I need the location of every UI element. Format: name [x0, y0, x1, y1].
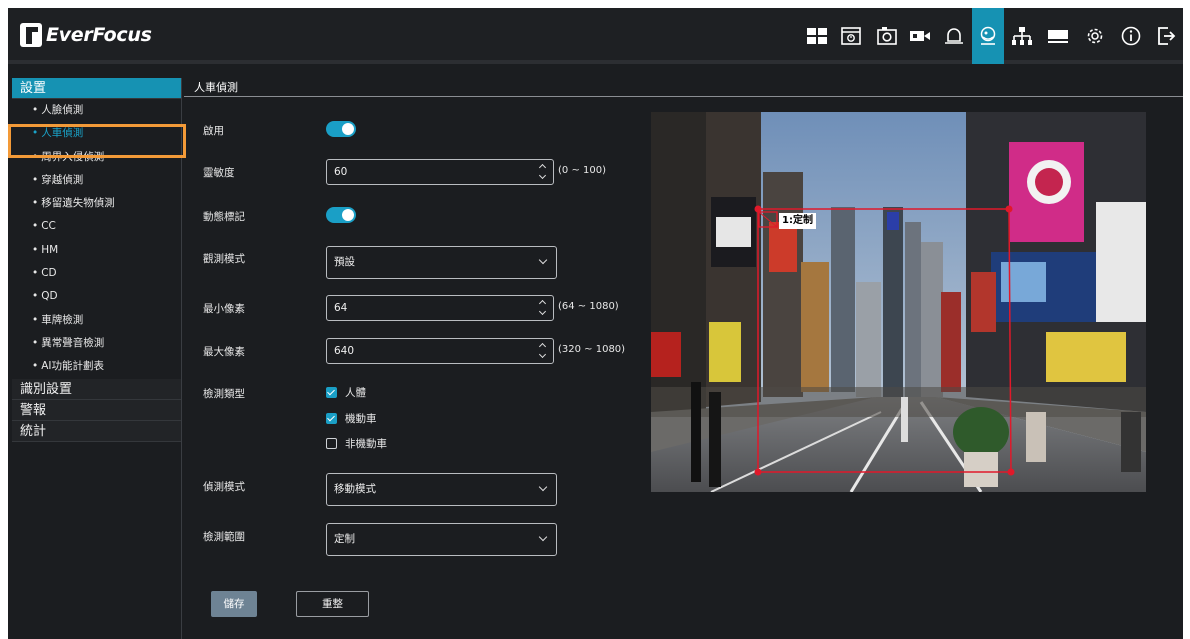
sidebar-item-ai-schedule[interactable]: • AI功能計劃表 — [12, 355, 181, 378]
detect-mode-value: 移動模式 — [334, 483, 376, 495]
min-pixels-value: 64 — [334, 302, 348, 314]
detect-type-human[interactable]: 人體 — [326, 385, 366, 400]
detect-range-select[interactable]: 定制 — [326, 523, 557, 556]
ai-detection-icon[interactable] — [972, 8, 1004, 64]
max-pixels-range: (320 ~ 1080) — [558, 344, 626, 355]
chevron-down-icon — [538, 532, 548, 542]
sidebar-item-perimeter-intrusion[interactable]: • 周界入侵偵測 — [12, 146, 181, 169]
sidebar-group-alarm[interactable]: 警報 — [12, 399, 181, 421]
detect-range-value: 定制 — [334, 533, 355, 545]
camera-preview[interactable]: 1:定制 — [651, 112, 1146, 492]
camera-icon[interactable] — [905, 8, 935, 64]
snapshot-icon[interactable] — [869, 8, 905, 64]
sidebar-item-label: CC — [41, 220, 56, 233]
detect-type-motor-vehicle-label: 機動車 — [345, 413, 377, 425]
sensitivity-range: (0 ~ 100) — [558, 165, 606, 176]
sidebar-item-qd[interactable]: • QD — [12, 285, 181, 308]
sidebar-group-recognition[interactable]: 識別設置 — [12, 378, 181, 400]
main-toolbar — [800, 8, 1183, 64]
storage-icon[interactable] — [1040, 8, 1076, 64]
detect-mode-label: 偵測模式 — [203, 481, 245, 493]
everfocus-logo: EverFocus — [20, 22, 152, 48]
detect-type-non-motor-vehicle[interactable]: 非機動車 — [326, 436, 387, 451]
sidebar-item-license-plate[interactable]: • 車牌檢測 — [12, 309, 181, 332]
sensor-mode-value: 預設 — [334, 256, 355, 268]
min-pixels-label: 最小像素 — [203, 303, 245, 315]
spinner-icon[interactable] — [539, 342, 547, 360]
sidebar-item-label: 移留遺失物偵測 — [41, 197, 115, 210]
sidebar-item-label: QD — [41, 290, 58, 303]
sidebar-item-label: 車牌檢測 — [41, 313, 84, 326]
sidebar-group-settings[interactable]: 設置 — [12, 78, 181, 99]
app-window: EverFocus 設置 • 人臉偵測 • 人車偵測 • 周界入侵偵測 • 穿越… — [8, 8, 1183, 639]
save-button[interactable]: 儲存 — [211, 591, 257, 617]
detect-range-label: 檢測範圍 — [203, 531, 245, 543]
alarm-bell-icon[interactable] — [935, 8, 972, 64]
enable-toggle[interactable] — [326, 121, 356, 137]
sidebar-item-label: CD — [41, 267, 57, 280]
sidebar-item-object-left-missing[interactable]: • 移留遺失物偵測 — [12, 192, 181, 215]
sidebar-item-label: 人車偵測 — [41, 127, 84, 140]
sidebar-group-statistics[interactable]: 統計 — [12, 420, 181, 442]
sidebar-item-label: 人臉偵測 — [41, 104, 84, 116]
sensor-mode-label: 觀測模式 — [203, 253, 245, 265]
checkbox-unchecked[interactable] — [326, 438, 337, 449]
min-pixels-input[interactable]: 64 — [326, 295, 554, 321]
detect-type-motor-vehicle[interactable]: 機動車 — [326, 411, 377, 426]
sidebar: 設置 • 人臉偵測 • 人車偵測 • 周界入侵偵測 • 穿越偵測 • 移留遺失物偵測 • C… — [8, 78, 186, 639]
main-content: 人車偵測 啟用 靈敏度 60 (0 ~ 100) 動態標記 觀測模式 預設 最小… — [184, 78, 1183, 639]
checkbox-checked[interactable] — [326, 413, 337, 424]
roi-label: 1:定制 — [779, 213, 816, 229]
max-pixels-label: 最大像素 — [203, 346, 245, 358]
sidebar-item-abnormal-sound[interactable]: • 異常聲音檢測 — [12, 332, 181, 355]
logo-text: EverFocus — [46, 24, 152, 46]
settings-icon[interactable] — [1076, 8, 1113, 64]
network-icon[interactable] — [1004, 8, 1040, 64]
min-pixels-range: (64 ~ 1080) — [558, 301, 619, 312]
sidebar-item-line-crossing[interactable]: • 穿越偵測 — [12, 169, 181, 192]
logo-mark-icon — [20, 23, 42, 47]
sidebar-item-cc[interactable]: • CC — [12, 215, 181, 238]
max-pixels-input[interactable]: 640 — [326, 338, 554, 364]
chevron-down-icon — [538, 255, 548, 265]
detect-type-non-motor-vehicle-label: 非機動車 — [345, 438, 387, 450]
detect-type-label: 檢測類型 — [203, 388, 245, 400]
motion-mark-label: 動態標記 — [203, 211, 245, 223]
page-title: 人車偵測 — [184, 78, 1183, 97]
spinner-icon[interactable] — [539, 163, 547, 181]
sidebar-item-hm[interactable]: • HM — [12, 239, 181, 262]
sensitivity-input[interactable]: 60 — [326, 159, 554, 185]
layout-icon[interactable] — [800, 8, 833, 64]
top-bar: EverFocus — [8, 8, 1183, 64]
camera-scene-image — [651, 112, 1146, 492]
sensitivity-value: 60 — [334, 166, 348, 178]
sidebar-item-cd[interactable]: • CD — [12, 262, 181, 285]
info-icon[interactable] — [1113, 8, 1149, 64]
playback-icon[interactable] — [833, 8, 869, 64]
sidebar-item-label: HM — [41, 243, 59, 256]
detect-type-human-label: 人體 — [345, 387, 366, 399]
sidebar-item-label: 異常聲音檢測 — [41, 336, 105, 349]
motion-mark-toggle[interactable] — [326, 207, 356, 223]
sensor-mode-select[interactable]: 預設 — [326, 246, 557, 279]
sidebar-item-label: 穿越偵測 — [41, 173, 84, 186]
sidebar-item-label: AI功能計劃表 — [41, 360, 104, 373]
chevron-down-icon — [538, 482, 548, 492]
sensitivity-label: 靈敏度 — [203, 167, 235, 179]
enable-label: 啟用 — [203, 125, 224, 137]
detect-mode-select[interactable]: 移動模式 — [326, 473, 557, 506]
sidebar-item-face-detection[interactable]: • 人臉偵測 — [12, 99, 181, 122]
reset-button[interactable]: 重整 — [296, 591, 369, 617]
sidebar-item-human-vehicle-detection[interactable]: • 人車偵測 — [12, 122, 181, 145]
spinner-icon[interactable] — [539, 299, 547, 317]
max-pixels-value: 640 — [334, 345, 355, 357]
logout-icon[interactable] — [1149, 8, 1183, 64]
sidebar-item-label: 周界入侵偵測 — [41, 150, 105, 163]
checkbox-checked[interactable] — [326, 387, 337, 398]
